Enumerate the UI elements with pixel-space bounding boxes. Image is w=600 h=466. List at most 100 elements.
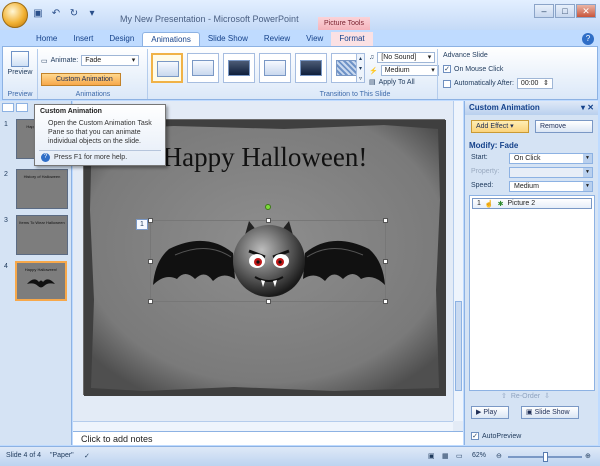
apply-to-all-label: Apply To All <box>378 78 415 86</box>
vertical-scrollbar[interactable] <box>453 101 463 421</box>
resize-handle[interactable] <box>148 299 153 304</box>
redo-icon[interactable]: ↻ <box>68 8 80 20</box>
start-dropdown[interactable]: On Click ▼ <box>509 153 593 164</box>
help-icon: ? <box>41 153 50 162</box>
animation-list: 1 ☝ ✱ Picture 2 <box>469 195 595 391</box>
gallery-scroll[interactable]: ▴ ▾ ▿ <box>356 53 365 83</box>
preview-group-label: Preview <box>7 91 33 98</box>
office-button[interactable] <box>2 2 28 28</box>
transition-none[interactable] <box>151 53 183 83</box>
resize-handle[interactable] <box>383 259 388 264</box>
powerpoint-window: ▣ ↶ ↻ ▾ My New Presentation - Microsoft … <box>0 0 600 466</box>
zoom-level[interactable]: 62% <box>472 452 486 459</box>
quick-access-toolbar: ▣ ↶ ↻ ▾ <box>32 8 98 20</box>
undo-icon[interactable]: ↶ <box>50 8 62 20</box>
selected-picture[interactable] <box>148 218 388 304</box>
play-label: Play <box>483 409 497 416</box>
slide-thumbnail[interactable]: Items To Wear Halloween <box>16 215 68 255</box>
autopreview-option[interactable]: ✓ AutoPreview <box>471 432 521 440</box>
remove-label: Remove <box>540 123 567 130</box>
slide-thumbnail[interactable]: History of Halloween <box>16 169 68 209</box>
move-up-icon[interactable]: ⇧ <box>501 392 507 400</box>
animate-row: ▭ Animate: Fade ▾ <box>41 55 140 66</box>
transition-fade-smoothly[interactable] <box>187 53 219 83</box>
resize-handle[interactable] <box>383 299 388 304</box>
move-down-icon[interactable]: ⇩ <box>544 392 550 400</box>
save-icon[interactable]: ▣ <box>32 8 44 20</box>
preview-button[interactable]: Preview <box>5 49 35 87</box>
animation-list-item[interactable]: 1 ☝ ✱ Picture 2 <box>472 198 592 209</box>
autopreview-checkbox[interactable]: ✓ <box>471 432 479 440</box>
pane-tabs <box>2 103 28 113</box>
custom-animation-button[interactable]: Custom Animation <box>41 73 121 86</box>
on-mouse-click-checkbox[interactable]: ✓ <box>443 65 451 73</box>
tab-view[interactable]: View <box>298 32 331 46</box>
chevron-down-icon: ▼ <box>583 154 592 163</box>
animate-value: Fade <box>85 57 102 64</box>
rotation-handle[interactable] <box>265 204 271 210</box>
auto-after-value: 00:00 <box>520 80 539 87</box>
spelling-icon[interactable]: ✓ <box>84 452 90 460</box>
tab-animations[interactable]: Animations <box>142 32 200 46</box>
tab-format[interactable]: Format <box>331 32 373 46</box>
maximize-button[interactable]: □ <box>555 4 575 18</box>
slide-show-button[interactable]: ▣ Slide Show <box>521 406 579 419</box>
animation-order-tag[interactable]: 1 <box>136 219 148 230</box>
add-effect-button[interactable]: Add Effect ▾ <box>471 120 529 133</box>
advance-slide-heading: Advance Slide <box>443 52 488 59</box>
close-button[interactable]: ✕ <box>576 4 596 18</box>
chevron-down-icon: ▾ <box>431 67 435 74</box>
scroll-thumb[interactable] <box>455 301 462 391</box>
customize-qat-icon[interactable]: ▾ <box>86 8 98 20</box>
on-mouse-click-option[interactable]: ✓ On Mouse Click <box>443 65 503 73</box>
resize-handle[interactable] <box>148 218 153 223</box>
tab-slide-show[interactable]: Slide Show <box>200 32 256 46</box>
animate-icon: ▭ <box>41 57 48 65</box>
zoom-out-icon[interactable]: ⊖ <box>496 452 502 460</box>
slide-sorter-icon[interactable]: ▦ <box>442 452 449 460</box>
notes-pane[interactable]: Click to add notes <box>73 431 463 445</box>
slide-thumb-title: Happy Halloween! <box>24 267 58 272</box>
autopreview-label: AutoPreview <box>482 432 522 440</box>
speed-dropdown[interactable]: Medium ▾ <box>380 65 439 76</box>
tab-home[interactable]: Home <box>28 32 65 46</box>
speed-dropdown[interactable]: Medium ▼ <box>509 181 593 192</box>
slide-thumbnail-selected[interactable]: Happy Halloween! <box>15 261 67 301</box>
play-button[interactable]: ▶ Play <box>471 406 509 419</box>
sound-dropdown[interactable]: [No Sound] ▾ <box>377 52 436 63</box>
resize-handle[interactable] <box>266 218 271 223</box>
resize-handle[interactable] <box>148 259 153 264</box>
apply-to-all-button[interactable]: ▤ Apply To All <box>369 78 415 87</box>
remove-button[interactable]: Remove <box>535 120 593 133</box>
slide-show-view-icon[interactable]: ▭ <box>456 452 463 460</box>
normal-view-icon[interactable]: ▣ <box>428 452 435 460</box>
tooltip-help-text: Press F1 for more help. <box>54 154 128 161</box>
transition-fade-black[interactable] <box>223 53 255 83</box>
zoom-in-icon[interactable]: ⊕ <box>585 452 591 460</box>
group-divider <box>437 49 438 99</box>
transition-cut-black[interactable] <box>295 53 327 83</box>
tab-review[interactable]: Review <box>256 32 298 46</box>
tab-insert[interactable]: Insert <box>65 32 101 46</box>
slide-thumb-title: Items To Wear Halloween <box>19 220 65 225</box>
add-effect-label: Add Effect <box>476 123 509 130</box>
modify-heading: Modify: Fade <box>469 141 519 150</box>
auto-after-checkbox[interactable] <box>443 79 451 88</box>
minimize-button[interactable]: – <box>534 4 554 18</box>
resize-handle[interactable] <box>383 218 388 223</box>
custom-animation-pane: Custom Animation ▾ ✕ Add Effect ▾ Remove… <box>464 101 598 445</box>
help-icon[interactable]: ? <box>582 33 594 45</box>
horizontal-scrollbar[interactable] <box>73 421 453 431</box>
transition-group-label: Transition to This Slide <box>319 91 391 98</box>
transition-cut[interactable] <box>259 53 291 83</box>
close-icon[interactable]: ▾ ✕ <box>581 103 594 113</box>
zoom-slider-knob[interactable] <box>543 452 548 462</box>
resize-handle[interactable] <box>266 299 271 304</box>
transition-thumb <box>157 61 179 77</box>
slides-tab[interactable] <box>2 103 14 112</box>
auto-after-input[interactable]: 00:00 ⇕ <box>516 78 553 89</box>
property-dropdown: ▼ <box>509 167 593 178</box>
tab-design[interactable]: Design <box>101 32 142 46</box>
animate-dropdown[interactable]: Fade ▾ <box>81 55 140 66</box>
outline-tab[interactable] <box>16 103 28 112</box>
